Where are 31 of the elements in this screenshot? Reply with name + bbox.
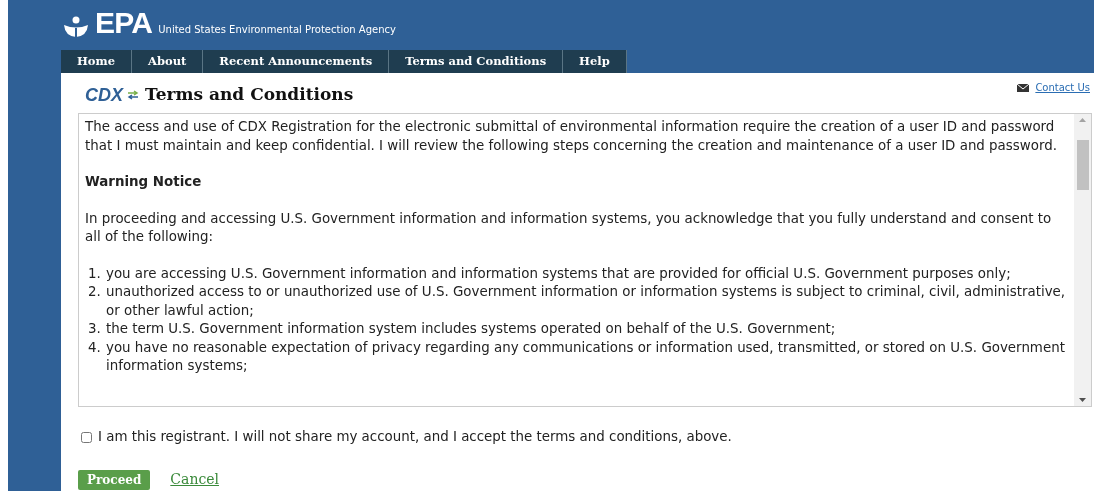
cancel-link[interactable]: Cancel [170,469,219,491]
list-item-text: you have no reasonable expectation of privacy regarding any communications or information used, transmitted, or stored on U.S. Government information systems; [105,338,1066,375]
intro-paragraph: The access and use of CDX Registration for the electronic submittal of environmental information require the creation of a user ID and password that I must maintain and keep confidential. I will review the following steps concerning the creation and maintenance of a user ID and password. [85,118,1058,155]
contact-us-link[interactable]: Contact Us [1035,80,1090,95]
nav-tab[interactable]: Help [563,50,627,73]
envelope-icon [1017,83,1030,92]
flower-logo-icon [63,16,89,38]
list-number: 1. [87,264,102,283]
epa-logo: EPA [95,8,153,38]
scroll-down-icon[interactable] [1079,398,1086,402]
warning-heading: Warning Notice [85,173,203,191]
nav-tab[interactable]: Recent Announcements [203,50,390,73]
scrollbar[interactable] [1074,114,1091,406]
list-item-text: you are accessing U.S. Government information and information systems that are provided for official U.S. Government purposes only; [105,264,1011,283]
list-number: 4. [87,338,102,357]
agency-name: United States Environmental Protection Agency [158,23,396,37]
terms-text-box[interactable] [78,113,1092,407]
arrows-icon [127,89,139,100]
scrollbar-thumb[interactable] [1076,140,1089,190]
lead-paragraph: In proceeding and accessing U.S. Government information and information systems, you acknowledge that you fully understand and consent to all of the following: [85,209,1053,246]
nav-tab[interactable]: Terms and Conditions [389,50,564,73]
agreement-label: I am this registrant. I will not share my account, and I accept the terms and conditions, above. [98,428,732,446]
cdx-logo: CDX [85,85,123,104]
list-number: 3. [87,320,102,338]
agreement-checkbox[interactable] [81,431,92,443]
list-number: 2. [87,283,102,301]
page-title: Terms and Conditions [145,83,354,106]
list-item-text: unauthorized access to or unauthorized use of U.S. Government information or information systems is subject to criminal, civil, administrative, or other lawful action; [105,283,1067,320]
nav-tab[interactable]: Home [61,50,133,73]
nav-tab[interactable]: About [132,50,204,73]
list-item-text: the term U.S. Government information system includes systems operated on behalf of the U.S. Government; [105,320,836,338]
